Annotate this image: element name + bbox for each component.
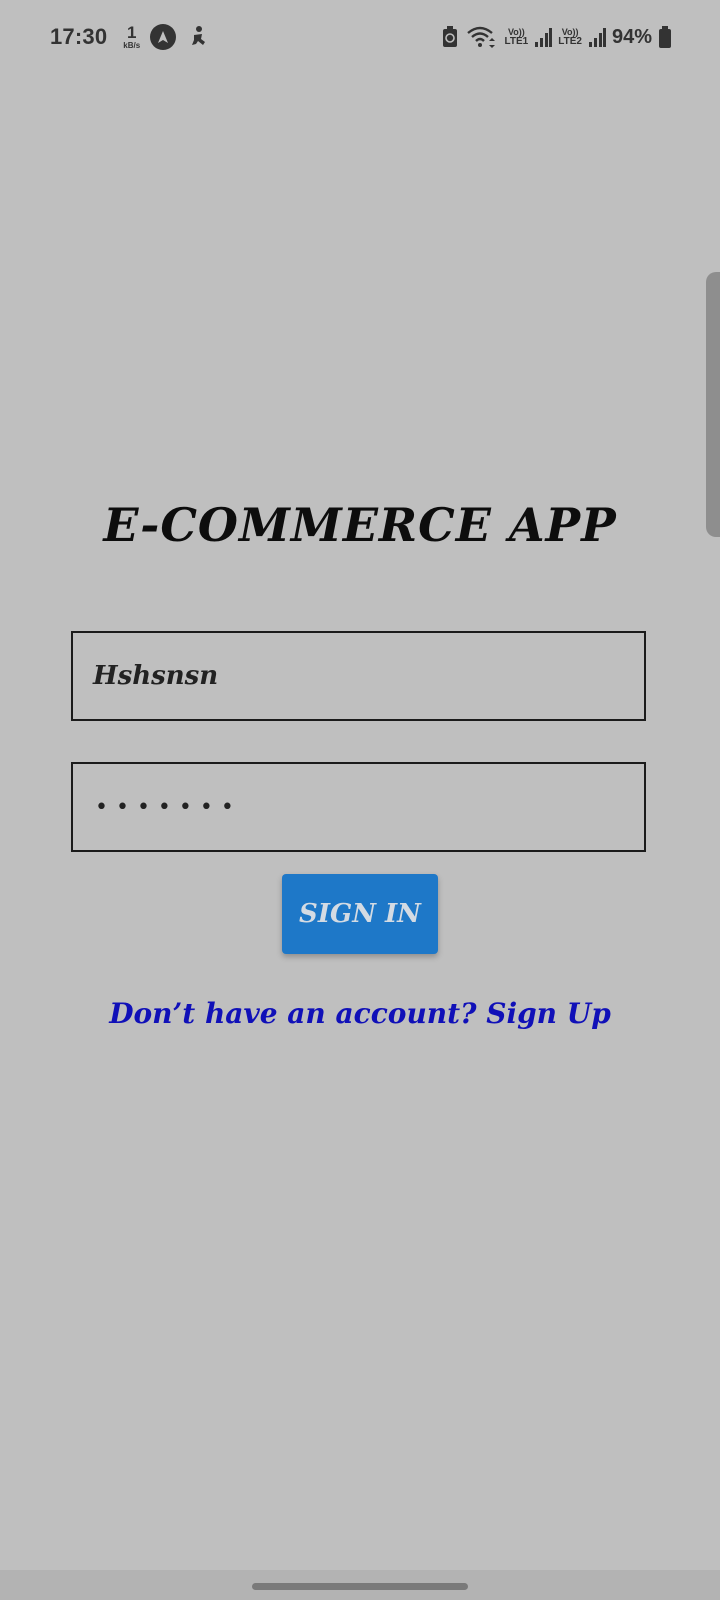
navigation-app-icon bbox=[150, 24, 177, 50]
sign-up-link[interactable]: Don’t have an account? Sign Up bbox=[0, 997, 720, 1030]
app-title: E-COMMERCE APP bbox=[103, 498, 617, 552]
status-right: Vo)) LTE1 Vo)) LTE2 94% bbox=[441, 20, 672, 54]
username-input[interactable]: Hshsnsn bbox=[71, 631, 646, 721]
status-time: 17:30 bbox=[50, 24, 108, 49]
signal-icon bbox=[588, 28, 606, 47]
battery-saver-icon bbox=[442, 26, 457, 47]
signal-icon bbox=[535, 28, 553, 47]
sim1-type: LTE1 bbox=[504, 35, 529, 47]
wifi-icon bbox=[466, 26, 495, 48]
network-speed-value: 1 bbox=[127, 23, 137, 42]
sign-in-button[interactable]: SIGN IN bbox=[282, 874, 438, 954]
home-gesture-handle[interactable] bbox=[252, 1583, 468, 1590]
battery-icon bbox=[659, 26, 671, 48]
battery-percent: 94% bbox=[611, 25, 652, 48]
status-bar: 17:30 1 kB/s Vo)) LTE1 Vo)) LTE2 94% bbox=[0, 0, 720, 72]
status-left: 17:30 1 kB/s bbox=[50, 20, 210, 54]
sim2-type: LTE2 bbox=[558, 35, 582, 47]
sim2-network: Vo)) LTE2 bbox=[558, 27, 582, 47]
username-value: Hshsnsn bbox=[93, 661, 219, 691]
network-speed: 1 kB/s bbox=[123, 24, 140, 50]
network-speed-unit: kB/s bbox=[123, 41, 141, 50]
password-input[interactable]: ••••••• bbox=[71, 762, 646, 852]
sim1-network: Vo)) LTE1 bbox=[504, 27, 529, 47]
password-value: ••••••• bbox=[95, 794, 242, 820]
fitness-app-icon bbox=[192, 26, 206, 45]
navigation-bar bbox=[0, 1570, 720, 1600]
